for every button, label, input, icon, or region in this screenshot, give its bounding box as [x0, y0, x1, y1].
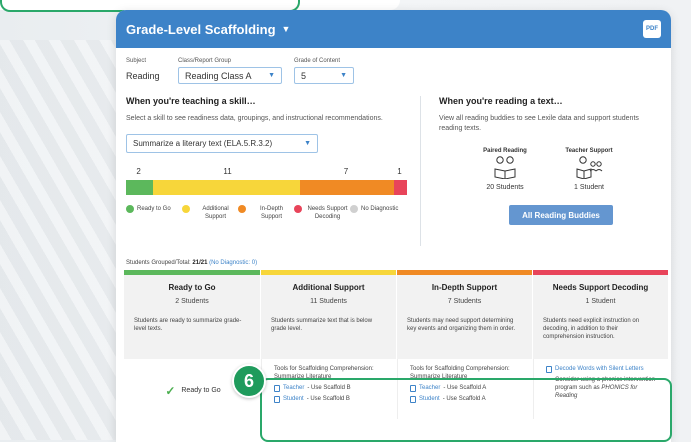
grade-label: Grade of Content	[294, 58, 341, 64]
paired-reading-count: 20 Students	[486, 184, 524, 191]
bar-segment-ready-to-go	[126, 180, 153, 195]
group-count: 1 Student	[585, 298, 616, 305]
bar-segment-in-depth-support	[299, 180, 394, 195]
content-columns: When you're teaching a skill… Select a s…	[116, 96, 671, 246]
legend-item: No Diagnostic	[350, 205, 406, 221]
group-header: Additional Support 11 Students	[261, 275, 396, 305]
teacher-support-count: 1 Student	[574, 184, 604, 191]
teaching-title: When you're teaching a skill…	[126, 96, 256, 106]
grouped-summary: Students Grouped/Total: 21/21 (No Diagno…	[116, 260, 671, 266]
group-description: Students may need support determining ke…	[407, 318, 516, 332]
legend-label: No Diagnostic	[361, 206, 399, 212]
bar-segment-additional-support	[152, 180, 300, 195]
group-select-value: Reading Class A	[185, 70, 252, 81]
group-description: Students summarize text that is below gr…	[271, 318, 373, 332]
legend-label: Ready to Go	[137, 206, 171, 212]
grade-select-value: 5	[301, 70, 307, 81]
grade-select[interactable]: 5 ▼	[294, 67, 354, 84]
readiness-bar-labels: 2 11 7 1	[126, 167, 406, 177]
group-ready-to-go: Ready to Go 2 Students Students are read…	[124, 270, 260, 419]
readiness-bar	[126, 180, 407, 195]
decode-lesson-link[interactable]: Decode Words with Silent Letters	[546, 365, 658, 373]
all-reading-buddies-button[interactable]: All Reading Buddies	[509, 205, 613, 225]
group-header: Needs Support Decoding 1 Student	[533, 275, 668, 305]
legend-label: In-Depth Support	[259, 206, 283, 220]
grade-filter: Grade of Content 5 ▼	[294, 58, 354, 84]
reading-section: When you're reading a text… View all rea…	[439, 96, 659, 246]
bar-value-label: 2	[136, 167, 141, 176]
group-header: In-Depth Support 7 Students	[397, 275, 532, 305]
teacher-support-icon	[574, 154, 604, 180]
pdf-icon: PDF	[646, 26, 658, 32]
document-icon	[546, 365, 552, 373]
paired-reading: Paired Reading 20 Students	[475, 148, 535, 191]
group-title: Needs Support Decoding	[552, 283, 649, 292]
column-divider	[420, 96, 421, 246]
background-pattern	[0, 40, 120, 440]
group-count: 7 Students	[447, 298, 482, 305]
group-select[interactable]: Reading Class A ▼	[178, 67, 282, 84]
bar-segment-needs-support-decoding	[393, 180, 407, 195]
group-description: Students need explicit instruction on de…	[543, 318, 640, 340]
legend-dot	[182, 205, 190, 213]
group-title: In-Depth Support	[431, 283, 498, 292]
teaching-section: When you're teaching a skill… Select a s…	[126, 96, 407, 246]
group-header: Ready to Go 2 Students	[124, 275, 260, 305]
checkmark-icon: ✓	[165, 384, 176, 398]
bar-value-label: 1	[397, 167, 402, 176]
card-header: Grade-Level Scaffolding ▼ PDF	[116, 10, 671, 48]
teaching-description: Select a skill to see readiness data, gr…	[126, 115, 383, 122]
paired-reading-icon	[491, 154, 519, 180]
bar-value-label: 11	[223, 167, 232, 176]
no-diagnostic-link[interactable]: (No Diagnostic: 0)	[209, 260, 257, 266]
legend-dot	[350, 205, 358, 213]
subject-label: Subject	[126, 58, 147, 64]
grouped-value: 21/21	[192, 260, 208, 266]
readiness-legend: Ready to Go Additional Support In-Depth …	[126, 205, 406, 221]
decode-link[interactable]: Decode Words with Silent Letters	[555, 365, 644, 373]
chevron-down-icon: ▼	[268, 72, 275, 79]
reading-title: When you're reading a text…	[439, 96, 563, 106]
pdf-export-button[interactable]: PDF	[643, 20, 661, 38]
legend-item: In-Depth Support	[238, 205, 294, 221]
group-count: 11 Students	[310, 298, 347, 305]
callout-highlight-box	[260, 378, 672, 442]
skill-select[interactable]: Summarize a literary text (ELA.5.R.3.2) …	[126, 134, 318, 153]
bar-value-label: 7	[343, 167, 349, 176]
chevron-down-icon: ▼	[340, 72, 347, 79]
page-title[interactable]: Grade-Level Scaffolding	[126, 22, 276, 37]
group-description: Students are ready to summarize grade-le…	[134, 318, 242, 332]
legend-dot	[238, 205, 246, 213]
chevron-down-icon[interactable]: ▼	[282, 24, 291, 34]
legend-item: Additional Support	[182, 205, 238, 221]
reading-description: View all reading buddies to see Lexile d…	[439, 115, 639, 132]
group-title: Ready to Go	[168, 283, 216, 292]
legend-label: Needs Support Decoding	[307, 206, 348, 220]
group-label: Class/Report Group	[178, 58, 232, 64]
skill-select-value: Summarize a literary text (ELA.5.R.3.2)	[133, 139, 273, 148]
legend-label: Additional Support	[202, 206, 229, 220]
subject-filter: Subject Reading	[126, 58, 166, 84]
ready-status-label: Ready to Go	[181, 387, 221, 394]
teacher-support: Teacher Support 1 Student	[559, 148, 619, 191]
chevron-down-icon: ▼	[304, 140, 311, 147]
legend-item: Needs Support Decoding	[294, 205, 350, 221]
subject-value: Reading	[126, 70, 160, 81]
reading-buddies: Paired Reading 20 Students Teacher Suppo…	[439, 148, 659, 191]
group-filter: Class/Report Group Reading Class A ▼	[178, 58, 282, 84]
legend-dot	[126, 205, 134, 213]
filters-bar: Subject Reading Class/Report Group Readi…	[116, 48, 671, 84]
grouped-prefix: Students Grouped/Total:	[126, 260, 191, 266]
legend-dot	[294, 205, 302, 213]
group-title: Additional Support	[292, 283, 365, 292]
callout-number-badge: 6	[232, 364, 266, 398]
legend-item: Ready to Go	[126, 205, 182, 221]
group-count: 2 Students	[175, 298, 209, 305]
